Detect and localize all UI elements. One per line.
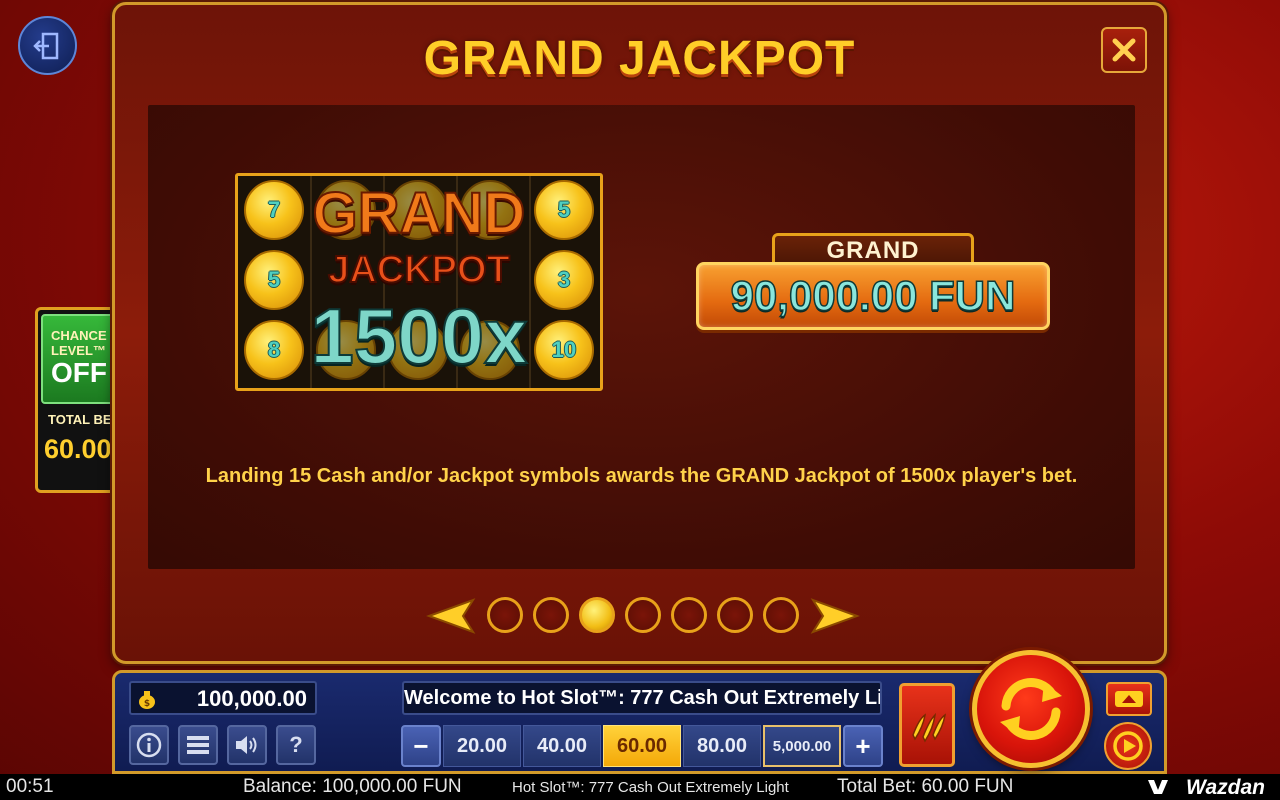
hot-feature-button[interactable]	[899, 683, 955, 767]
page-dot[interactable]	[671, 597, 707, 633]
page-dot[interactable]	[625, 597, 661, 633]
status-balance: Balance: 100,000.00 FUN	[243, 776, 462, 797]
help-button[interactable]: ?	[276, 725, 316, 765]
sound-button[interactable]	[227, 725, 267, 765]
dialog-title: GRAND JACKPOT	[423, 32, 856, 85]
side-total-bet-label: TOTAL BET	[48, 412, 120, 427]
side-total-bet-value: 60.00	[44, 434, 112, 464]
turbo-button[interactable]	[1106, 682, 1152, 716]
close-button[interactable]	[1101, 27, 1147, 73]
autoplay-icon	[1113, 731, 1143, 761]
info-button[interactable]	[129, 725, 169, 765]
next-page-arrow-icon[interactable]	[809, 597, 861, 635]
grand-jackpot-symbol-image: 7 5 5 3 8 10 GRAND JACKPOT 1500x	[235, 173, 603, 391]
prev-page-arrow-icon[interactable]	[425, 597, 477, 635]
info-icon	[136, 732, 162, 758]
autoplay-button[interactable]	[1104, 722, 1152, 770]
menu-button[interactable]	[178, 725, 218, 765]
svg-text:$: $	[144, 699, 150, 709]
bet-selector: − 20.00 40.00 60.00 80.00 5,000.00 +	[401, 723, 887, 769]
spin-arrows-icon	[1000, 678, 1062, 740]
status-game-title: Hot Slot™: 777 Cash Out Extremely Light	[512, 779, 789, 796]
page-dot[interactable]	[579, 597, 615, 633]
chili-pepper-icon	[912, 712, 947, 743]
grid-jackpot-text: JACKPOT	[327, 249, 511, 291]
menu-icon	[187, 736, 209, 754]
exit-icon	[32, 32, 58, 59]
bet-increase-button[interactable]: +	[843, 725, 883, 767]
status-total-bet: Total Bet: 60.00 FUN	[837, 776, 1014, 797]
message-ticker: Welcome to Hot Slot™: 777 Cash Out Extre…	[402, 681, 882, 715]
status-bar: 00:51 Balance: 100,000.00 FUN Hot Slot™:…	[0, 774, 1280, 800]
balance-display: $ 100,000.00	[129, 681, 317, 715]
grid-grand-text: GRAND	[312, 181, 527, 246]
grid-multiplier-text: 1500x	[310, 292, 529, 380]
paytable-dialog: GRAND JACKPOT 7 5 5 3 8 10 GRAND JACKPOT…	[112, 2, 1167, 664]
money-bag-icon: $	[139, 691, 155, 709]
bet-option[interactable]: 20.00	[443, 725, 521, 767]
turbo-icon	[1115, 691, 1143, 707]
wazdan-logo-icon	[1148, 780, 1168, 794]
page-dot[interactable]	[763, 597, 799, 633]
bet-option[interactable]: 60.00	[603, 725, 681, 767]
bet-option[interactable]: 5,000.00	[763, 725, 841, 767]
bet-option[interactable]: 40.00	[523, 725, 601, 767]
bet-option[interactable]: 80.00	[683, 725, 761, 767]
balance-value: 100,000.00	[196, 686, 307, 711]
spin-button[interactable]	[972, 650, 1090, 768]
exit-button[interactable]	[18, 16, 77, 75]
close-icon	[1112, 38, 1136, 62]
speaker-icon	[236, 736, 257, 754]
page-dot[interactable]	[487, 597, 523, 633]
page-dot[interactable]	[717, 597, 753, 633]
page-dot[interactable]	[533, 597, 569, 633]
rule-description: Landing 15 Cash and/or Jackpot symbols a…	[205, 465, 1078, 487]
page-indicator	[425, 595, 865, 635]
grand-jackpot-amount: 90,000.00 FUN	[696, 262, 1050, 330]
brand-logo: Wazdan	[1186, 776, 1265, 799]
bet-decrease-button[interactable]: −	[401, 725, 441, 767]
clock: 00:51	[6, 776, 54, 797]
